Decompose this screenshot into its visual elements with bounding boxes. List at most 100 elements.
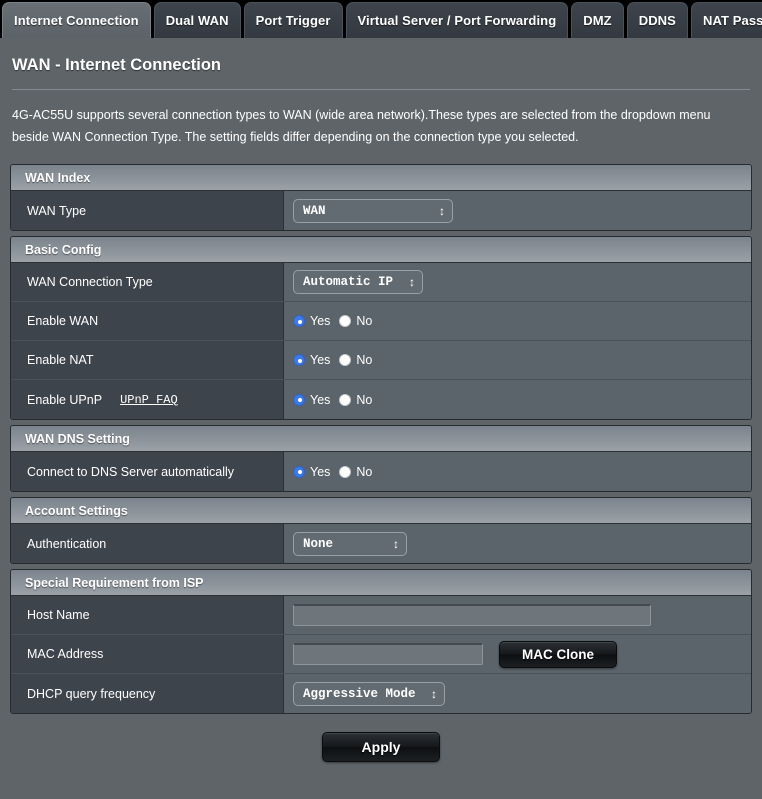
section-header-special-isp: Special Requirement from ISP (11, 570, 751, 596)
section-header-account-settings: Account Settings (11, 498, 751, 524)
label-authentication: Authentication (11, 524, 284, 563)
section-wan-dns-setting: WAN DNS Setting Connect to DNS Server au… (10, 425, 752, 492)
authentication-select-wrap: None (293, 531, 407, 556)
radio-selected-icon (293, 315, 305, 327)
tab-dual-wan[interactable]: Dual WAN (153, 2, 241, 38)
upnp-faq-link[interactable]: UPnP FAQ (120, 393, 178, 407)
page-title: WAN - Internet Connection (12, 56, 221, 74)
value-mac-address: MAC Clone (284, 635, 751, 673)
radio-unselected-icon (339, 465, 352, 478)
row-host-name: Host Name (11, 596, 751, 635)
row-enable-wan: Enable WAN Yes No (11, 302, 751, 341)
section-header-wan-index: WAN Index (11, 165, 751, 191)
label-enable-wan: Enable WAN (11, 302, 284, 340)
label-enable-upnp: Enable UPnP UPnP FAQ (11, 380, 284, 419)
radio-selected-icon (293, 465, 305, 478)
dhcp-query-frequency-select[interactable]: Aggressive Mode (293, 681, 445, 706)
tab-ddns[interactable]: DDNS (626, 2, 688, 38)
value-dhcp-query-frequency: Aggressive Mode (284, 674, 751, 713)
section-header-wan-dns: WAN DNS Setting (11, 426, 751, 452)
tab-label: Internet Connection (14, 13, 139, 28)
enable-wan-radio-no[interactable]: No (339, 314, 372, 328)
tab-port-trigger[interactable]: Port Trigger (243, 2, 343, 38)
tab-label: Dual WAN (165, 13, 229, 28)
mac-clone-button[interactable]: MAC Clone (499, 640, 617, 668)
value-host-name (284, 596, 751, 634)
page-content: WAN - Internet Connection 4G-AC55U suppo… (0, 38, 762, 762)
radio-label: Yes (310, 392, 331, 407)
label-text: Authentication (27, 536, 107, 551)
label-host-name: Host Name (11, 596, 284, 634)
tab-label: DDNS (638, 13, 676, 28)
page-description: 4G-AC55U supports several connection typ… (12, 108, 711, 144)
tab-nat-passthrough[interactable]: NAT Passthrough (690, 2, 762, 38)
row-connect-dns-auto: Connect to DNS Server automatically Yes … (11, 452, 751, 491)
section-basic-config: Basic Config WAN Connection Type Automat… (10, 236, 752, 420)
radio-label: Yes (310, 314, 331, 328)
radio-selected-icon (293, 393, 305, 406)
label-text: WAN Type (27, 203, 87, 218)
radio-unselected-icon (339, 315, 352, 327)
section-account-settings: Account Settings Authentication None (10, 497, 752, 564)
authentication-select[interactable]: None (293, 531, 407, 556)
wan-type-select-wrap: WAN (293, 198, 453, 223)
radio-unselected-icon (339, 393, 352, 406)
label-text: MAC Address (27, 647, 104, 661)
section-header-basic-config: Basic Config (11, 237, 751, 263)
radio-unselected-icon (339, 354, 352, 366)
enable-wan-radio-yes[interactable]: Yes (293, 314, 330, 328)
connect-dns-auto-radio-yes[interactable]: Yes (293, 465, 330, 479)
value-connect-dns-auto: Yes No (284, 452, 751, 491)
value-enable-upnp: Yes No (284, 380, 751, 419)
apply-button[interactable]: Apply (322, 732, 440, 762)
tab-internet-connection[interactable]: Internet Connection (2, 2, 151, 38)
wan-connection-type-select[interactable]: Automatic IP (293, 270, 423, 294)
radio-label: Yes (310, 464, 331, 479)
row-mac-address: MAC Address MAC Clone (11, 635, 751, 674)
row-wan-connection-type: WAN Connection Type Automatic IP (11, 263, 751, 302)
label-dhcp-query-frequency: DHCP query frequency (11, 674, 284, 713)
enable-upnp-radio-yes[interactable]: Yes (293, 393, 330, 407)
row-enable-upnp: Enable UPnP UPnP FAQ Yes No (11, 380, 751, 419)
tab-label: DMZ (583, 13, 612, 28)
router-admin-page: Internet Connection Dual WAN Port Trigge… (0, 0, 762, 799)
label-text: Connect to DNS Server automatically (27, 464, 235, 479)
label-text: Enable NAT (27, 353, 94, 367)
value-enable-nat: Yes No (284, 341, 751, 379)
label-text: WAN Connection Type (27, 275, 153, 289)
label-text: Enable WAN (27, 314, 99, 328)
radio-label: No (356, 353, 373, 367)
mac-address-input[interactable] (293, 643, 483, 665)
enable-upnp-radio-no[interactable]: No (339, 393, 372, 407)
wan-connection-type-select-wrap: Automatic IP (293, 270, 423, 294)
value-authentication: None (284, 524, 751, 563)
section-wan-index: WAN Index WAN Type WAN (10, 164, 752, 231)
title-divider (12, 89, 750, 90)
radio-selected-icon (293, 354, 305, 366)
label-connect-dns-auto: Connect to DNS Server automatically (11, 452, 284, 491)
enable-wan-radio-group: Yes No (293, 314, 372, 328)
tab-label: NAT Passthrough (702, 13, 762, 28)
enable-upnp-radio-group: Yes No (293, 393, 372, 407)
tab-virtual-server-port-forwarding[interactable]: Virtual Server / Port Forwarding (345, 2, 569, 38)
apply-button-container: Apply (10, 719, 752, 762)
label-text: Host Name (27, 608, 90, 622)
wan-type-select[interactable]: WAN (293, 198, 453, 223)
tab-label: Virtual Server / Port Forwarding (357, 13, 557, 28)
tab-bar: Internet Connection Dual WAN Port Trigge… (0, 0, 762, 38)
tab-dmz[interactable]: DMZ (571, 2, 624, 38)
radio-label: No (356, 314, 373, 328)
tab-label: Port Trigger (255, 13, 331, 28)
row-authentication: Authentication None (11, 524, 751, 563)
value-wan-connection-type: Automatic IP (284, 263, 751, 301)
connect-dns-auto-radio-no[interactable]: No (339, 465, 372, 479)
value-wan-type: WAN (284, 191, 751, 230)
row-enable-nat: Enable NAT Yes No (11, 341, 751, 380)
host-name-input[interactable] (293, 604, 651, 626)
enable-nat-radio-yes[interactable]: Yes (293, 353, 330, 367)
label-text: Enable UPnP (27, 392, 103, 407)
section-special-requirement-from-isp: Special Requirement from ISP Host Name M… (10, 569, 752, 714)
label-mac-address: MAC Address (11, 635, 284, 673)
enable-nat-radio-no[interactable]: No (339, 353, 372, 367)
label-text: DHCP query frequency (27, 686, 156, 701)
